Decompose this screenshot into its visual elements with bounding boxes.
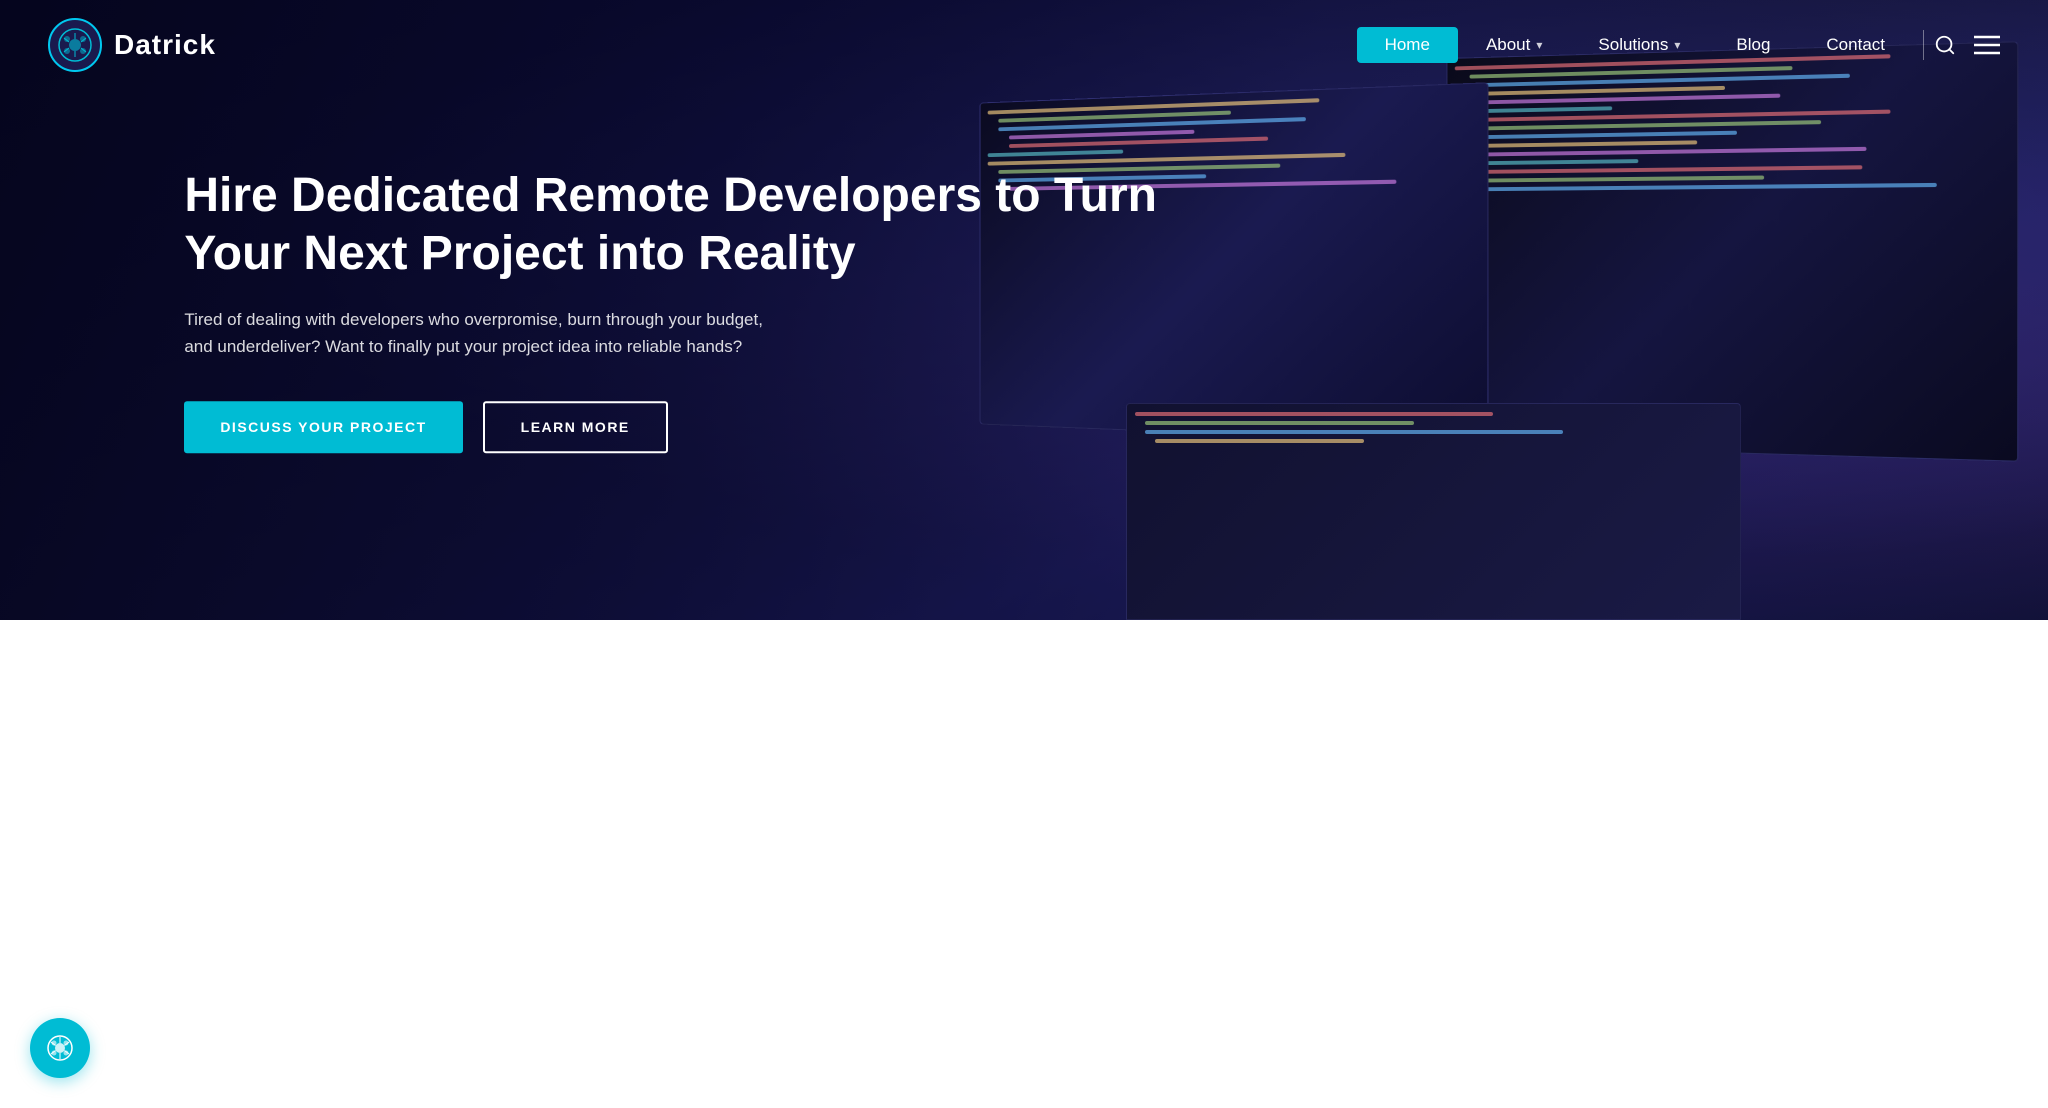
about-chevron-icon: ▾ xyxy=(1536,38,1542,52)
floating-icon xyxy=(45,1033,75,1063)
monitor-right xyxy=(1446,41,2018,462)
below-hero-section xyxy=(0,620,2048,1108)
hero-subtitle: Tired of dealing with developers who ove… xyxy=(184,306,764,360)
floating-badge-button[interactable] xyxy=(30,1018,90,1078)
logo-icon xyxy=(48,18,102,72)
nav-divider xyxy=(1923,30,1924,60)
search-icon xyxy=(1934,34,1956,56)
hero-title: Hire Dedicated Remote Developers to Turn… xyxy=(184,167,1249,282)
solutions-chevron-icon: ▾ xyxy=(1674,38,1680,52)
hamburger-icon xyxy=(1974,34,2000,56)
nav-about[interactable]: About ▾ xyxy=(1458,27,1570,63)
navbar: Datrick Home About ▾ Solutions ▾ Blog Co… xyxy=(0,0,2048,90)
hero-content: Hire Dedicated Remote Developers to Turn… xyxy=(184,167,1249,453)
nav-blog[interactable]: Blog xyxy=(1708,27,1798,63)
nav-contact[interactable]: Contact xyxy=(1798,27,1913,63)
nav-solutions[interactable]: Solutions ▾ xyxy=(1570,27,1708,63)
search-button[interactable] xyxy=(1934,34,1956,56)
learn-more-button[interactable]: LEARN MORE xyxy=(483,401,668,453)
hero-buttons: DISCUSS YOUR PROJECT LEARN MORE xyxy=(184,401,1249,453)
logo[interactable]: Datrick xyxy=(48,18,216,72)
menu-button[interactable] xyxy=(1974,34,2000,56)
nav-links: Home About ▾ Solutions ▾ Blog Contact xyxy=(1357,27,2000,63)
nav-home[interactable]: Home xyxy=(1357,27,1458,63)
logo-text: Datrick xyxy=(114,29,216,61)
hero-section: Hire Dedicated Remote Developers to Turn… xyxy=(0,0,2048,620)
nav-icons xyxy=(1934,34,2000,56)
discuss-project-button[interactable]: DISCUSS YOUR PROJECT xyxy=(184,401,462,453)
